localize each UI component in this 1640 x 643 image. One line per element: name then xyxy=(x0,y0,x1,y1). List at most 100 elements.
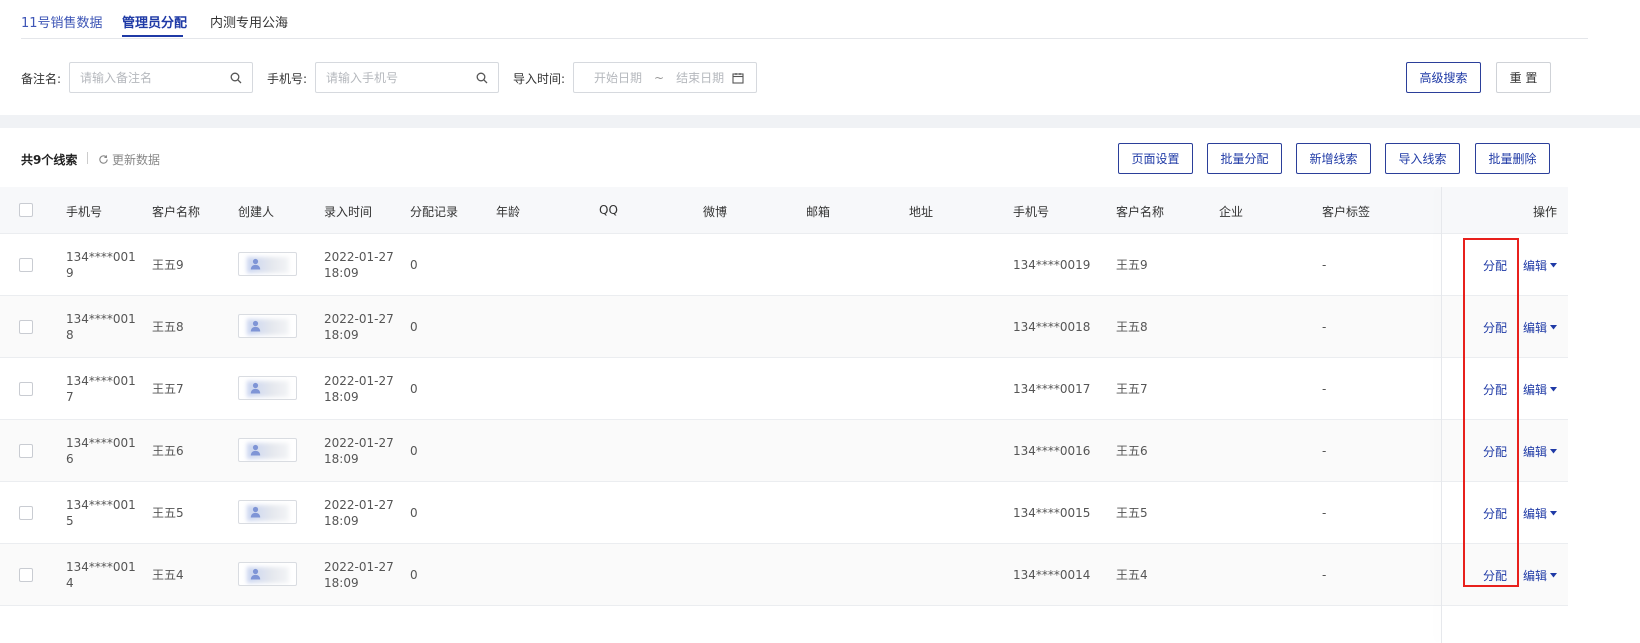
col-email: 邮箱 xyxy=(806,205,831,219)
row-checkbox[interactable] xyxy=(19,568,33,582)
col-age: 年龄 xyxy=(496,205,521,219)
row-checkbox[interactable] xyxy=(19,258,33,272)
refresh-button[interactable]: 更新数据 xyxy=(98,151,160,168)
phone-cell: 134****001 xyxy=(66,560,136,574)
edit-dropdown[interactable]: 编辑 xyxy=(1523,567,1558,584)
entry-time: 18:09 xyxy=(324,390,359,404)
entry-date: 2022-01-27 xyxy=(324,498,394,512)
assign-link[interactable]: 分配 xyxy=(1483,381,1507,398)
reset-button[interactable]: 重 置 xyxy=(1496,62,1551,93)
edit-dropdown[interactable]: 编辑 xyxy=(1523,443,1558,460)
entry-time: 18:09 xyxy=(324,452,359,466)
assign-record-cell: 0 xyxy=(410,506,418,520)
col-qq: QQ xyxy=(599,203,618,217)
entry-date: 2022-01-27 xyxy=(324,250,394,264)
assign-record-cell: 0 xyxy=(410,320,418,334)
creator-avatar xyxy=(238,376,297,400)
search-icon[interactable] xyxy=(476,71,488,85)
phone-cell-wrap: 5 xyxy=(66,514,74,528)
col-creator: 创建人 xyxy=(238,205,275,219)
assign-link[interactable]: 分配 xyxy=(1483,319,1507,336)
row-checkbox[interactable] xyxy=(19,506,33,520)
edit-dropdown[interactable]: 编辑 xyxy=(1523,257,1558,274)
caret-down-icon xyxy=(1550,573,1558,578)
edit-dropdown[interactable]: 编辑 xyxy=(1523,319,1558,336)
row-checkbox[interactable] xyxy=(19,444,33,458)
phone-input[interactable] xyxy=(326,70,476,85)
creator-avatar xyxy=(238,314,297,338)
edit-label: 编辑 xyxy=(1523,383,1548,397)
edit-dropdown[interactable]: 编辑 xyxy=(1523,505,1558,522)
entry-time: 18:09 xyxy=(324,576,359,590)
table-row[interactable]: 134****001 5 王五5 2022-01-27 18:09 0 134*… xyxy=(0,482,1568,544)
customer-tag-cell: - xyxy=(1322,506,1327,520)
customer-name-2-cell: 王五5 xyxy=(1116,506,1148,520)
batch-assign-button[interactable]: 批量分配 xyxy=(1207,143,1282,174)
customer-name-2-cell: 王五6 xyxy=(1116,444,1148,458)
assign-record-cell: 0 xyxy=(410,258,418,272)
search-icon[interactable] xyxy=(230,71,242,85)
add-lead-button[interactable]: 新增线索 xyxy=(1296,143,1371,174)
calendar-icon[interactable] xyxy=(732,72,744,84)
phone-cell: 134****001 xyxy=(66,374,136,388)
start-date[interactable]: 开始日期 xyxy=(594,69,642,86)
edit-dropdown[interactable]: 编辑 xyxy=(1523,381,1558,398)
user-icon xyxy=(250,258,261,270)
active-tab-indicator xyxy=(122,35,183,37)
assign-record-cell: 0 xyxy=(410,444,418,458)
assign-link[interactable]: 分配 xyxy=(1483,443,1507,460)
assign-link[interactable]: 分配 xyxy=(1483,567,1507,584)
advanced-search-button[interactable]: 高级搜索 xyxy=(1406,62,1481,93)
customer-name-cell: 王五8 xyxy=(152,320,184,334)
fixed-column-divider xyxy=(1441,187,1442,643)
row-checkbox[interactable] xyxy=(19,320,33,334)
row-checkbox[interactable] xyxy=(19,382,33,396)
assign-record-cell: 0 xyxy=(410,382,418,396)
col-phone: 手机号 xyxy=(66,205,103,219)
tab-sales-data-11[interactable]: 11号销售数据 xyxy=(21,12,103,31)
section-divider xyxy=(0,115,1640,128)
tab-admin-assign[interactable]: 管理员分配 xyxy=(122,12,187,31)
phone-2-cell: 134****0018 xyxy=(1013,320,1091,334)
phone-cell: 134****001 xyxy=(66,436,136,450)
caret-down-icon xyxy=(1550,325,1558,330)
assign-link[interactable]: 分配 xyxy=(1483,505,1507,522)
customer-name-2-cell: 王五4 xyxy=(1116,568,1148,582)
customer-name-2-cell: 王五7 xyxy=(1116,382,1148,396)
edit-label: 编辑 xyxy=(1523,445,1548,459)
table-row[interactable]: 134****001 6 王五6 2022-01-27 18:09 0 134*… xyxy=(0,420,1568,482)
refresh-label: 更新数据 xyxy=(112,153,161,167)
import-lead-button[interactable]: 导入线索 xyxy=(1385,143,1460,174)
phone-input-box[interactable] xyxy=(315,62,499,93)
date-separator: ~ xyxy=(654,70,665,85)
phone-cell-wrap: 7 xyxy=(66,390,74,404)
note-input[interactable] xyxy=(80,70,230,85)
phone-cell-wrap: 8 xyxy=(66,328,74,342)
customer-tag-cell: - xyxy=(1322,320,1327,334)
assign-link[interactable]: 分配 xyxy=(1483,257,1507,274)
table-row[interactable]: 134****001 4 王五4 2022-01-27 18:09 0 134*… xyxy=(0,544,1568,606)
entry-date: 2022-01-27 xyxy=(324,436,394,450)
col-weibo: 微博 xyxy=(703,205,728,219)
entry-date: 2022-01-27 xyxy=(324,560,394,574)
customer-tag-cell: - xyxy=(1322,382,1327,396)
select-all-checkbox[interactable] xyxy=(19,203,33,217)
edit-label: 编辑 xyxy=(1523,569,1548,583)
table-row[interactable]: 134****001 9 王五9 2022-01-27 18:09 0 134*… xyxy=(0,234,1568,296)
note-input-box[interactable] xyxy=(69,62,253,93)
customer-tag-cell: - xyxy=(1322,568,1327,582)
batch-delete-button[interactable]: 批量删除 xyxy=(1475,143,1550,174)
tab-beta-public-pool[interactable]: 内测专用公海 xyxy=(210,12,288,31)
end-date[interactable]: 结束日期 xyxy=(676,69,724,86)
customer-name-2-cell: 王五9 xyxy=(1116,258,1148,272)
user-icon xyxy=(250,444,261,456)
entry-time: 18:09 xyxy=(324,266,359,280)
creator-avatar xyxy=(238,562,297,586)
page-settings-button[interactable]: 页面设置 xyxy=(1118,143,1193,174)
col-address: 地址 xyxy=(909,205,934,219)
date-range-picker[interactable]: 开始日期 ~ 结束日期 xyxy=(573,62,757,93)
customer-name-cell: 王五6 xyxy=(152,444,184,458)
table-row[interactable]: 134****001 8 王五8 2022-01-27 18:09 0 134*… xyxy=(0,296,1568,358)
table-row[interactable]: 134****001 7 王五7 2022-01-27 18:09 0 134*… xyxy=(0,358,1568,420)
customer-tag-cell: - xyxy=(1322,258,1327,272)
